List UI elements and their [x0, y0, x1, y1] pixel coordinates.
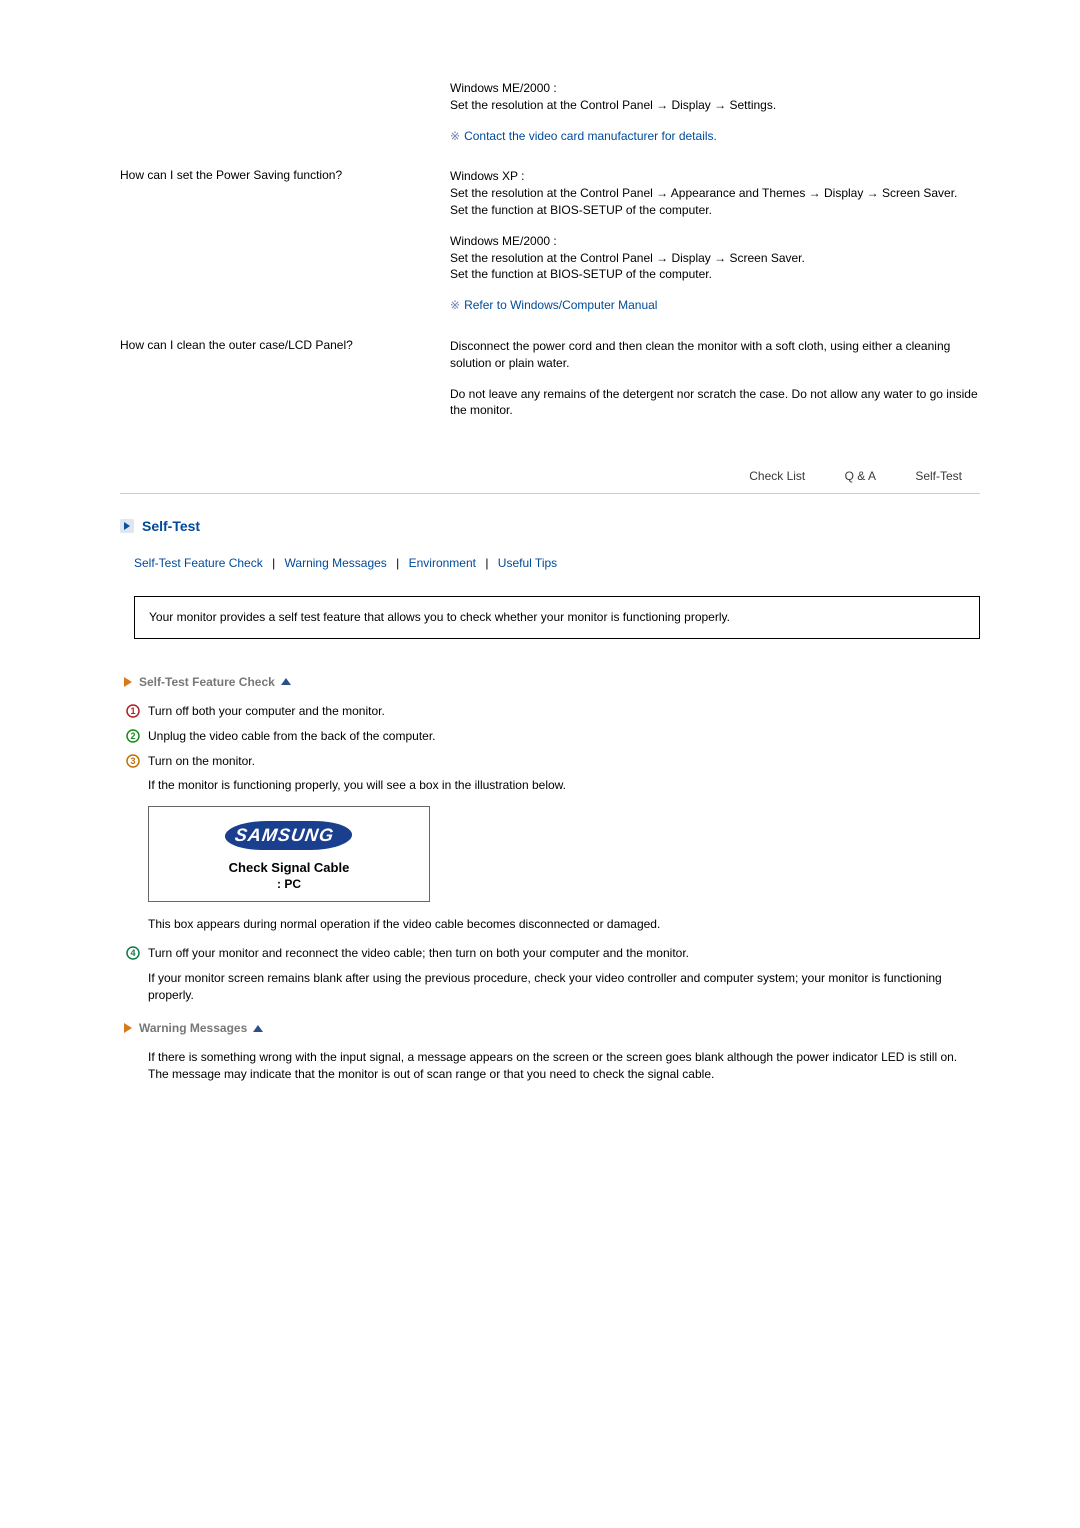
qa-answer: Windows XP : Set the resolution at the C… [450, 168, 980, 328]
intro-box: Your monitor provides a self test featur… [134, 596, 980, 639]
answer-text: Windows ME/2000 : Set the resolution at … [450, 233, 980, 283]
svg-text:4: 4 [130, 948, 135, 958]
bullet-arrow-icon [122, 1023, 133, 1034]
qa-question [120, 80, 450, 158]
answer-note: ※ Contact the video card manufacturer for… [450, 128, 980, 145]
section-heading: Self-Test [120, 518, 980, 534]
note-icon: ※ [450, 129, 460, 143]
subsection-title: Warning Messages [139, 1021, 247, 1035]
step-4-icon: 4 [126, 946, 140, 960]
osd-message: Check Signal Cable [159, 860, 419, 875]
step-text: Unplug the video cable from the back of … [148, 728, 980, 745]
scroll-top-icon[interactable] [281, 678, 291, 685]
step-subtext: If your monitor screen remains blank aft… [148, 970, 980, 1004]
step-item: 4 Turn off your monitor and reconnect th… [126, 945, 980, 962]
qa-answer: Disconnect the power cord and then clean… [450, 338, 980, 433]
answer-text: Do not leave any remains of the detergen… [450, 386, 980, 420]
answer-text: Windows ME/2000 : Set the resolution at … [450, 80, 980, 114]
separator: | [396, 556, 399, 570]
divider [120, 493, 980, 494]
note-icon: ※ [450, 298, 460, 312]
bullet-arrow-icon [122, 676, 133, 687]
step-item: 1 Turn off both your computer and the mo… [126, 703, 980, 720]
sub-link-row: Self-Test Feature Check | Warning Messag… [134, 556, 980, 570]
warning-text: If there is something wrong with the inp… [148, 1049, 980, 1083]
answer-text: Disconnect the power cord and then clean… [450, 338, 980, 372]
step-item: 2 Unplug the video cable from the back o… [126, 728, 980, 745]
svg-text:1: 1 [130, 706, 135, 716]
step-subtext: If the monitor is functioning properly, … [148, 777, 980, 794]
step-3-icon: 3 [126, 754, 140, 768]
section-title: Self-Test [142, 518, 200, 534]
osd-submessage: : PC [159, 877, 419, 891]
qa-row: How can I clean the outer case/LCD Panel… [120, 338, 980, 433]
subsection-title: Self-Test Feature Check [139, 675, 275, 689]
note-text: Contact the video card manufacturer for … [464, 129, 717, 143]
step-item: 3 Turn on the monitor. [126, 753, 980, 770]
step-text: Turn off your monitor and reconnect the … [148, 945, 980, 962]
svg-text:3: 3 [130, 756, 135, 766]
sublink-environment[interactable]: Environment [409, 556, 476, 570]
qa-row: Windows ME/2000 : Set the resolution at … [120, 80, 980, 158]
note-text: Refer to Windows/Computer Manual [464, 298, 657, 312]
scroll-top-icon[interactable] [253, 1025, 263, 1032]
samsung-logo: SAMSUNG [223, 821, 354, 850]
tab-bar: Check List Q & A Self-Test [120, 463, 980, 489]
subsection-heading: Warning Messages [122, 1021, 980, 1035]
qa-question: How can I set the Power Saving function? [120, 168, 450, 328]
step-1-icon: 1 [126, 704, 140, 718]
tab-checklist[interactable]: Check List [731, 463, 823, 489]
step-text: Turn on the monitor. [148, 753, 980, 770]
tab-selftest[interactable]: Self-Test [897, 463, 980, 489]
separator: | [272, 556, 275, 570]
tab-qa[interactable]: Q & A [827, 463, 894, 489]
page-content: Windows ME/2000 : Set the resolution at … [0, 0, 1080, 1155]
osd-illustration: SAMSUNG Check Signal Cable : PC [148, 806, 430, 902]
qa-answer: Windows ME/2000 : Set the resolution at … [450, 80, 980, 158]
separator: | [485, 556, 488, 570]
answer-text: Windows XP : Set the resolution at the C… [450, 168, 980, 218]
step-2-icon: 2 [126, 729, 140, 743]
intro-text: Your monitor provides a self test featur… [149, 610, 730, 624]
qa-question: How can I clean the outer case/LCD Panel… [120, 338, 450, 433]
section-arrow-icon [120, 519, 134, 533]
sublink-warning[interactable]: Warning Messages [285, 556, 387, 570]
answer-note: ※ Refer to Windows/Computer Manual [450, 297, 980, 314]
sublink-selftest[interactable]: Self-Test Feature Check [134, 556, 263, 570]
sublink-tips[interactable]: Useful Tips [498, 556, 557, 570]
subsection-heading: Self-Test Feature Check [122, 675, 980, 689]
svg-text:2: 2 [130, 731, 135, 741]
qa-row: How can I set the Power Saving function?… [120, 168, 980, 328]
step-text: Turn off both your computer and the moni… [148, 703, 980, 720]
step-subtext: This box appears during normal operation… [148, 916, 980, 933]
